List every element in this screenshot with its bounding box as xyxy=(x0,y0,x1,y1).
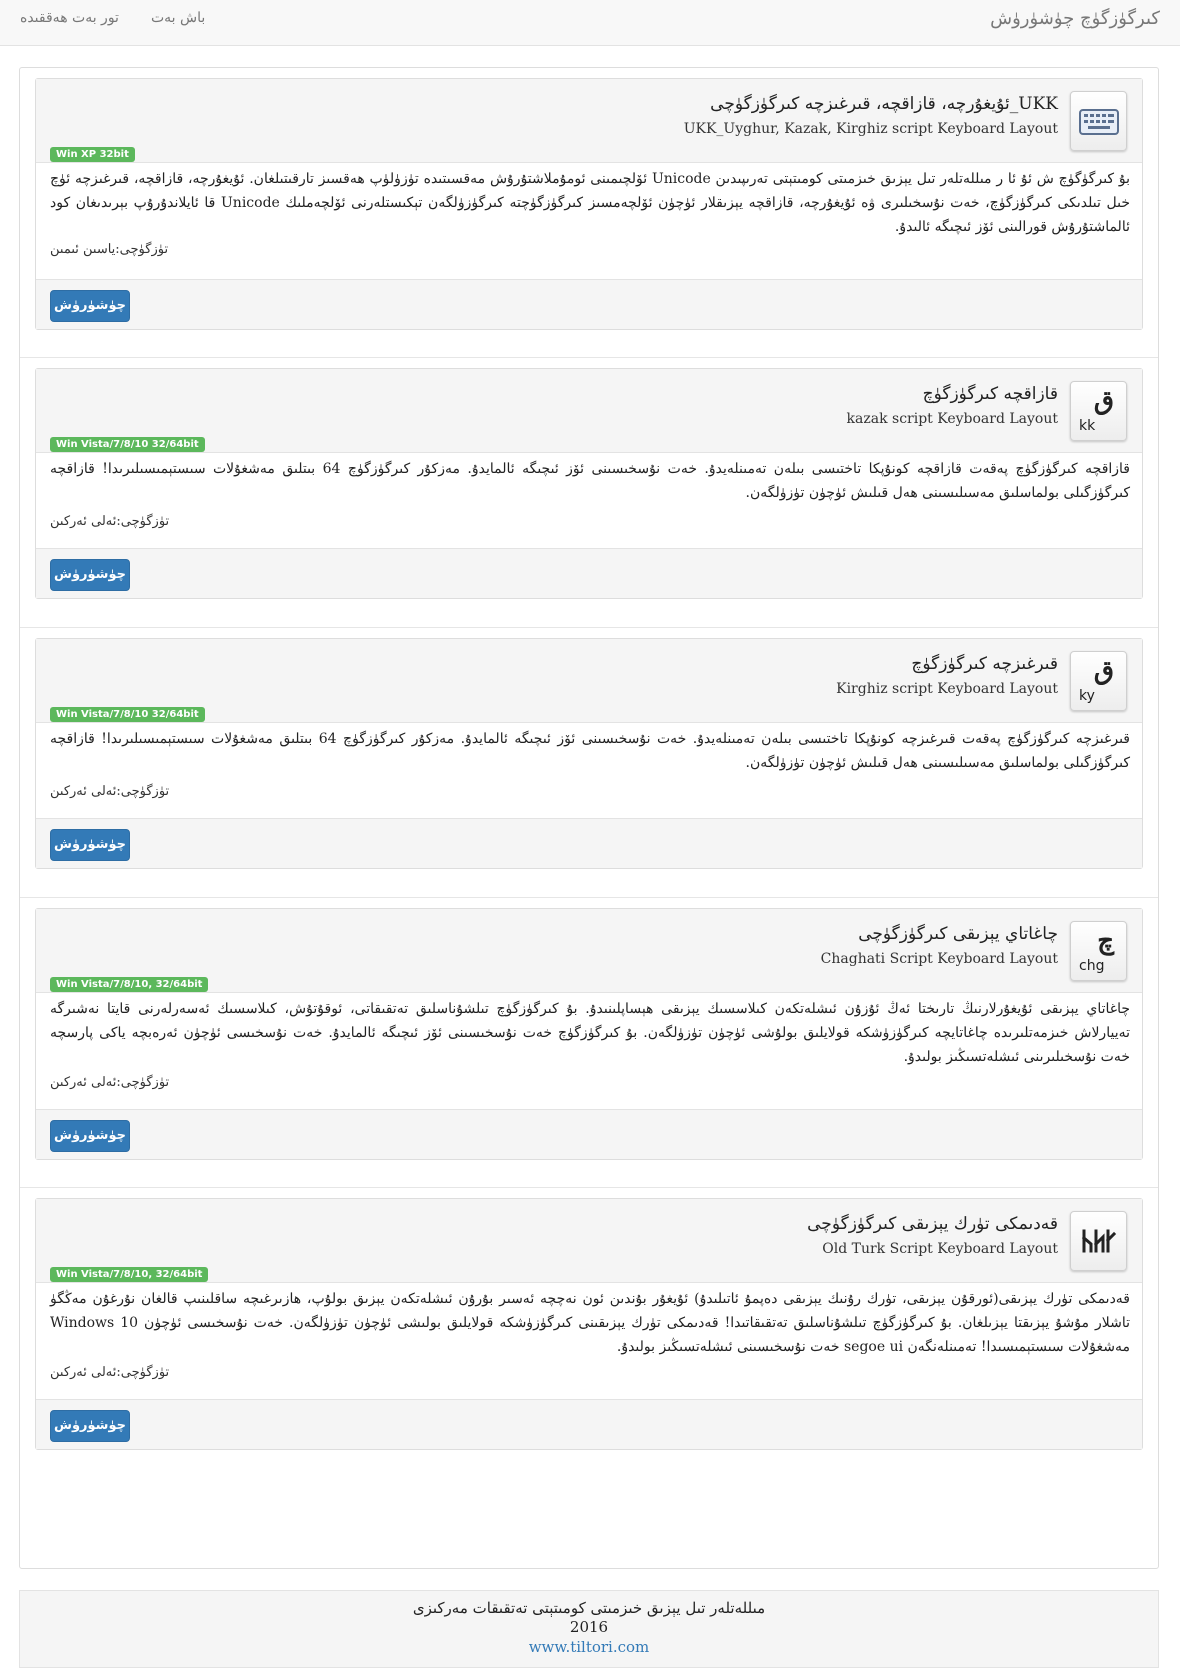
card-header: چ chg چاغاتاي يېزىقى كىرگۈزگۈچى Chaghati… xyxy=(36,909,1142,993)
chaghati-letter-icon: چ chg xyxy=(1070,921,1127,981)
icon-code: chg xyxy=(1079,958,1105,974)
icon-letter: ق xyxy=(1093,386,1114,416)
card-description: چاغاتاي يېزىقى ئۇيغۇرلارنىڭ تارىختا ئەڭ … xyxy=(50,1001,1130,1065)
card-body: قىرغىزچە كىرگۈزگۈچ پەقەت قىرغىزچە كونۇپك… xyxy=(50,727,1130,775)
card-footer: چۈشۈرۈش xyxy=(36,818,1142,868)
footer-year: 2016 xyxy=(569,1618,609,1636)
card-body: قازاقچە كىرگۈزگۈچ پەقەت قازاقچە كونۇپكا … xyxy=(50,457,1130,505)
os-badge: Win Vista/7/8/10 32/64bit xyxy=(50,707,205,722)
site-brand[interactable]: كىرگۈزگۈچ چۈشۈرۈش xyxy=(990,8,1160,29)
card-footer: چۈشۈرۈش xyxy=(36,1399,1142,1449)
kirghiz-letter-icon: ق ky xyxy=(1070,651,1127,711)
card-footer: چۈشۈرۈش xyxy=(36,1109,1142,1159)
download-button[interactable]: چۈشۈرۈش xyxy=(50,1410,130,1442)
footer-organization: مىللەتلەر تىل يېزىق خىزمىتى كومىتېتى تەت… xyxy=(412,1599,766,1617)
card-header: UKK_ئۇيغۇرچە، قازاقچە، قىرغىزچە كىرگۈزگۈ… xyxy=(36,79,1142,163)
download-button[interactable]: چۈشۈرۈش xyxy=(50,290,130,322)
card-footer: چۈشۈرۈش xyxy=(36,548,1142,598)
card-title: قىرغىزچە كىرگۈزگۈچ xyxy=(911,654,1058,674)
os-badge: Win XP 32bit xyxy=(50,147,135,162)
card-subtitle: Chaghati Script Keyboard Layout xyxy=(820,951,1058,967)
os-badge: Win Vista/7/8/10, 32/64bit xyxy=(50,1267,209,1282)
keyboard-section: UKK_ئۇيغۇرچە، قازاقچە، قىرغىزچە كىرگۈزگۈ… xyxy=(20,68,1158,358)
keyboard-card-ukk: UKK_ئۇيغۇرچە، قازاقچە، قىرغىزچە كىرگۈزگۈ… xyxy=(35,78,1143,330)
card-subtitle: kazak script Keyboard Layout xyxy=(846,411,1058,427)
card-author: تۈزگۈچى:ياسىن ئىمىن xyxy=(50,242,169,257)
icon-code: kk xyxy=(1079,418,1096,434)
icon-letter: ق xyxy=(1093,656,1114,686)
page-footer: مىللەتلەر تىل يېزىق خىزمىتى كومىتېتى تەت… xyxy=(19,1590,1159,1668)
card-description: قەدىمكى تۈرك يېزىقى(ئورقۇن يېزىقى، تۈرك … xyxy=(50,1291,1130,1355)
nav-link-about[interactable]: تور بەت ھەققىدە xyxy=(20,10,119,26)
card-body: چاغاتاي يېزىقى ئۇيغۇرلارنىڭ تارىختا ئەڭ … xyxy=(50,997,1130,1069)
icon-letter: چ xyxy=(1097,926,1114,956)
card-subtitle: UKK_Uyghur, Kazak, Kirghiz script Keyboa… xyxy=(683,121,1058,137)
keyboard-section: قەدىمكى تۈرك يېزىقى كىرگۈزگۈچى Old Turk … xyxy=(20,1188,1158,1478)
card-subtitle: Old Turk Script Keyboard Layout xyxy=(822,1241,1058,1257)
main-container: UKK_ئۇيغۇرچە، قازاقچە، قىرغىزچە كىرگۈزگۈ… xyxy=(19,67,1159,1569)
download-button[interactable]: چۈشۈرۈش xyxy=(50,829,130,861)
download-button[interactable]: چۈشۈرۈش xyxy=(50,1120,130,1152)
footer-site-link[interactable]: www.tiltori.com xyxy=(20,1637,1158,1657)
kazak-letter-icon: ق kk xyxy=(1070,381,1127,441)
card-subtitle: Kirghiz script Keyboard Layout xyxy=(836,681,1058,697)
nav-links: باش بەت تور بەت ھەققىدە xyxy=(20,10,205,26)
card-author: تۈزگۈچى:ئەلى ئەركىن xyxy=(50,1075,170,1090)
card-body: بۇ كىرگۈگۈچ ش ئۇ ئا ر مىللەتلەر تىل يېزى… xyxy=(50,167,1130,239)
card-author: تۈزگۈچى:ئەلى ئەركىن xyxy=(50,1365,170,1380)
navbar: كىرگۈزگۈچ چۈشۈرۈش باش بەت تور بەت ھەققىد… xyxy=(0,0,1180,46)
old-turk-icon xyxy=(1070,1211,1127,1271)
card-header: ق kk قازاقچە كىرگۈزگۈچ kazak script Keyb… xyxy=(36,369,1142,453)
card-header: ق ky قىرغىزچە كىرگۈزگۈچ Kirghiz script K… xyxy=(36,639,1142,723)
card-title: UKK_ئۇيغۇرچە، قازاقچە، قىرغىزچە كىرگۈزگۈ… xyxy=(710,94,1058,114)
icon-code: ky xyxy=(1079,688,1095,704)
keyboard-icon xyxy=(1070,91,1127,151)
card-title: چاغاتاي يېزىقى كىرگۈزگۈچى xyxy=(858,924,1058,944)
keyboard-card-old-turk: قەدىمكى تۈرك يېزىقى كىرگۈزگۈچى Old Turk … xyxy=(35,1198,1143,1450)
card-title: قازاقچە كىرگۈزگۈچ xyxy=(922,384,1058,404)
os-badge: Win Vista/7/8/10, 32/64bit xyxy=(50,977,209,992)
card-author: تۈزگۈچى:ئەلى ئەركىن xyxy=(50,784,170,799)
keyboard-card-kazak: ق kk قازاقچە كىرگۈزگۈچ kazak script Keyb… xyxy=(35,368,1143,599)
os-badge: Win Vista/7/8/10 32/64bit xyxy=(50,437,205,452)
nav-link-home[interactable]: باش بەت xyxy=(151,10,205,26)
keyboard-section: چ chg چاغاتاي يېزىقى كىرگۈزگۈچى Chaghati… xyxy=(20,898,1158,1188)
keyboard-section: ق ky قىرغىزچە كىرگۈزگۈچ Kirghiz script K… xyxy=(20,628,1158,898)
card-description: قازاقچە كىرگۈزگۈچ پەقەت قازاقچە كونۇپكا … xyxy=(50,461,1130,501)
keyboard-section: ق kk قازاقچە كىرگۈزگۈچ kazak script Keyb… xyxy=(20,358,1158,628)
keyboard-card-kirghiz: ق ky قىرغىزچە كىرگۈزگۈچ Kirghiz script K… xyxy=(35,638,1143,869)
card-title: قەدىمكى تۈرك يېزىقى كىرگۈزگۈچى xyxy=(807,1214,1058,1234)
card-author: تۈزگۈچى:ئەلى ئەركىن xyxy=(50,514,170,529)
card-footer: چۈشۈرۈش xyxy=(36,279,1142,329)
card-description: قىرغىزچە كىرگۈزگۈچ پەقەت قىرغىزچە كونۇپك… xyxy=(50,731,1130,771)
download-button[interactable]: چۈشۈرۈش xyxy=(50,559,130,591)
card-description: بۇ كىرگۈگۈچ ش ئۇ ئا ر مىللەتلەر تىل يېزى… xyxy=(50,171,1131,235)
card-header: قەدىمكى تۈرك يېزىقى كىرگۈزگۈچى Old Turk … xyxy=(36,1199,1142,1283)
keyboard-card-chaghati: چ chg چاغاتاي يېزىقى كىرگۈزگۈچى Chaghati… xyxy=(35,908,1143,1160)
card-body: قەدىمكى تۈرك يېزىقى(ئورقۇن يېزىقى، تۈرك … xyxy=(50,1287,1130,1359)
